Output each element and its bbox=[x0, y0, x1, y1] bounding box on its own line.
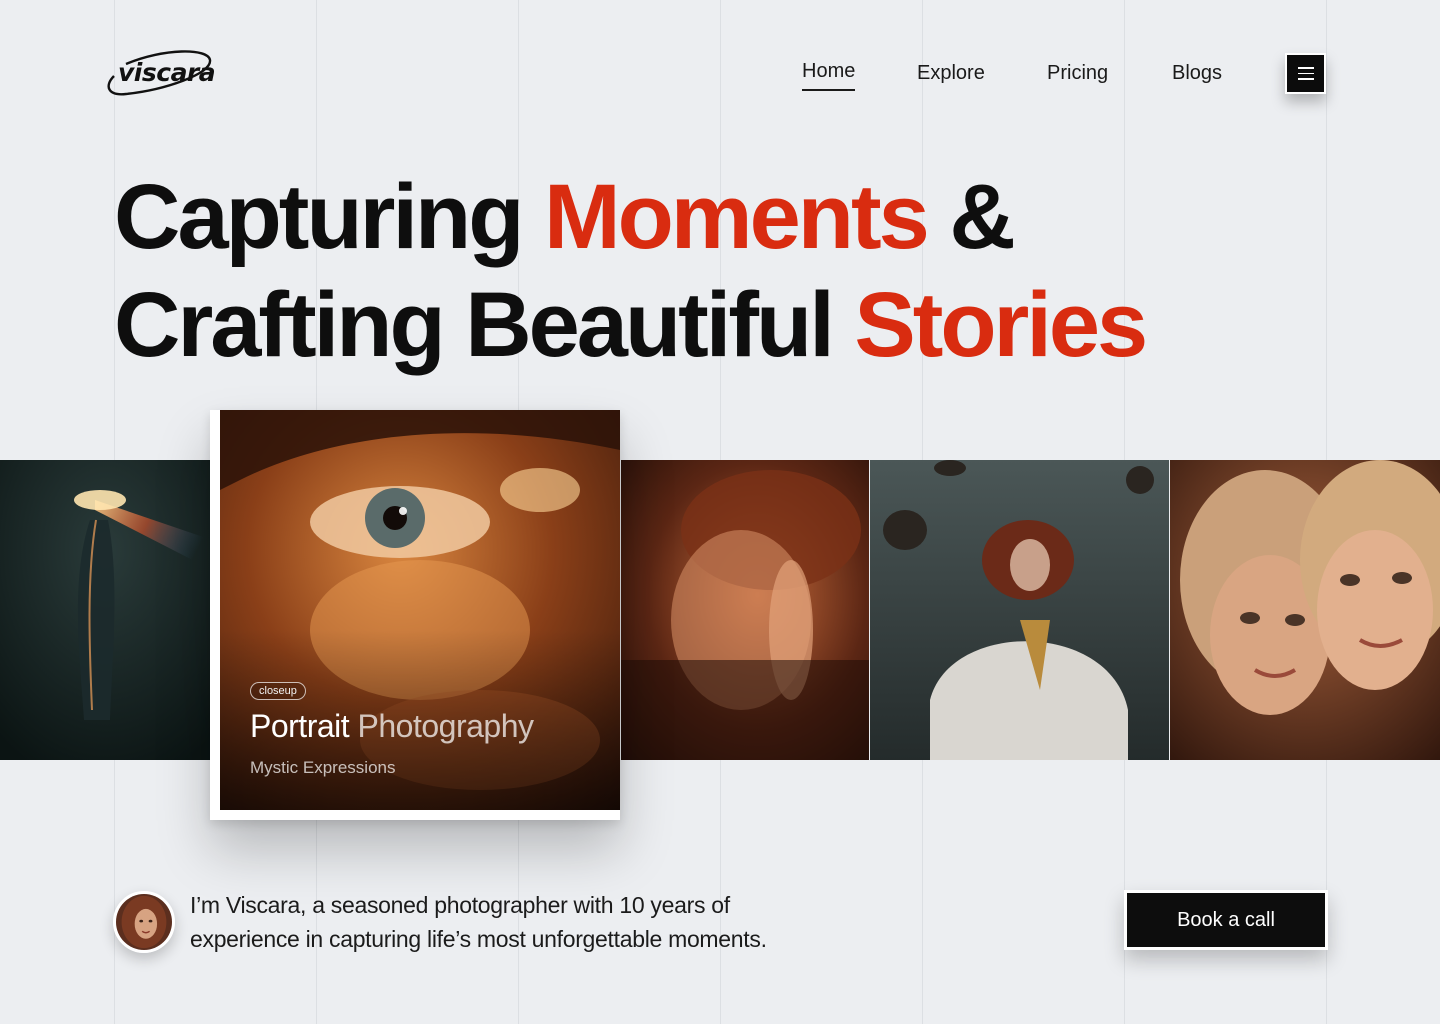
featured-photo-eye-closeup[interactable] bbox=[220, 410, 620, 810]
intro-text: I’m Viscara, a seasoned photographer wit… bbox=[190, 892, 767, 952]
gallery-photo-light-figure[interactable] bbox=[0, 460, 212, 760]
nav-explore[interactable]: Explore bbox=[917, 62, 985, 91]
hero-accent-text: Stories bbox=[854, 274, 1148, 376]
featured-title: Portrait Photography bbox=[250, 708, 534, 745]
hero-text: & bbox=[926, 166, 1015, 268]
hero-accent-text: Moments bbox=[543, 166, 930, 268]
featured-title-secondary: Photography bbox=[349, 708, 534, 744]
gallery-photo-two-friends[interactable] bbox=[1170, 460, 1440, 760]
hamburger-menu-icon[interactable] bbox=[1285, 53, 1326, 94]
photographer-avatar bbox=[113, 891, 175, 953]
featured-subtitle: Mystic Expressions bbox=[250, 758, 396, 777]
category-badge: closeup bbox=[250, 682, 306, 700]
book-a-call-button[interactable]: Book a call bbox=[1124, 890, 1328, 950]
gallery-photo-curly-hair[interactable] bbox=[621, 460, 869, 760]
nav-home[interactable]: Home bbox=[802, 60, 856, 91]
logo-text: viscara bbox=[118, 58, 216, 87]
hero-text: Capturing bbox=[114, 166, 544, 268]
brand-logo[interactable]: viscara bbox=[104, 46, 216, 102]
nav-pricing[interactable]: Pricing bbox=[1047, 62, 1108, 91]
hero-line-2: Crafting Beautiful Stories bbox=[114, 271, 1148, 379]
nav-blogs[interactable]: Blogs bbox=[1172, 62, 1222, 91]
hero-text: Crafting Beautiful bbox=[114, 274, 855, 376]
featured-title-primary: Portrait bbox=[250, 708, 350, 744]
hero-line-1: Capturing Moments & bbox=[114, 163, 1145, 271]
hero-headline: Capturing Moments & Crafting Beautiful S… bbox=[114, 163, 1148, 379]
gallery-photo-floating-figure[interactable] bbox=[870, 460, 1169, 760]
